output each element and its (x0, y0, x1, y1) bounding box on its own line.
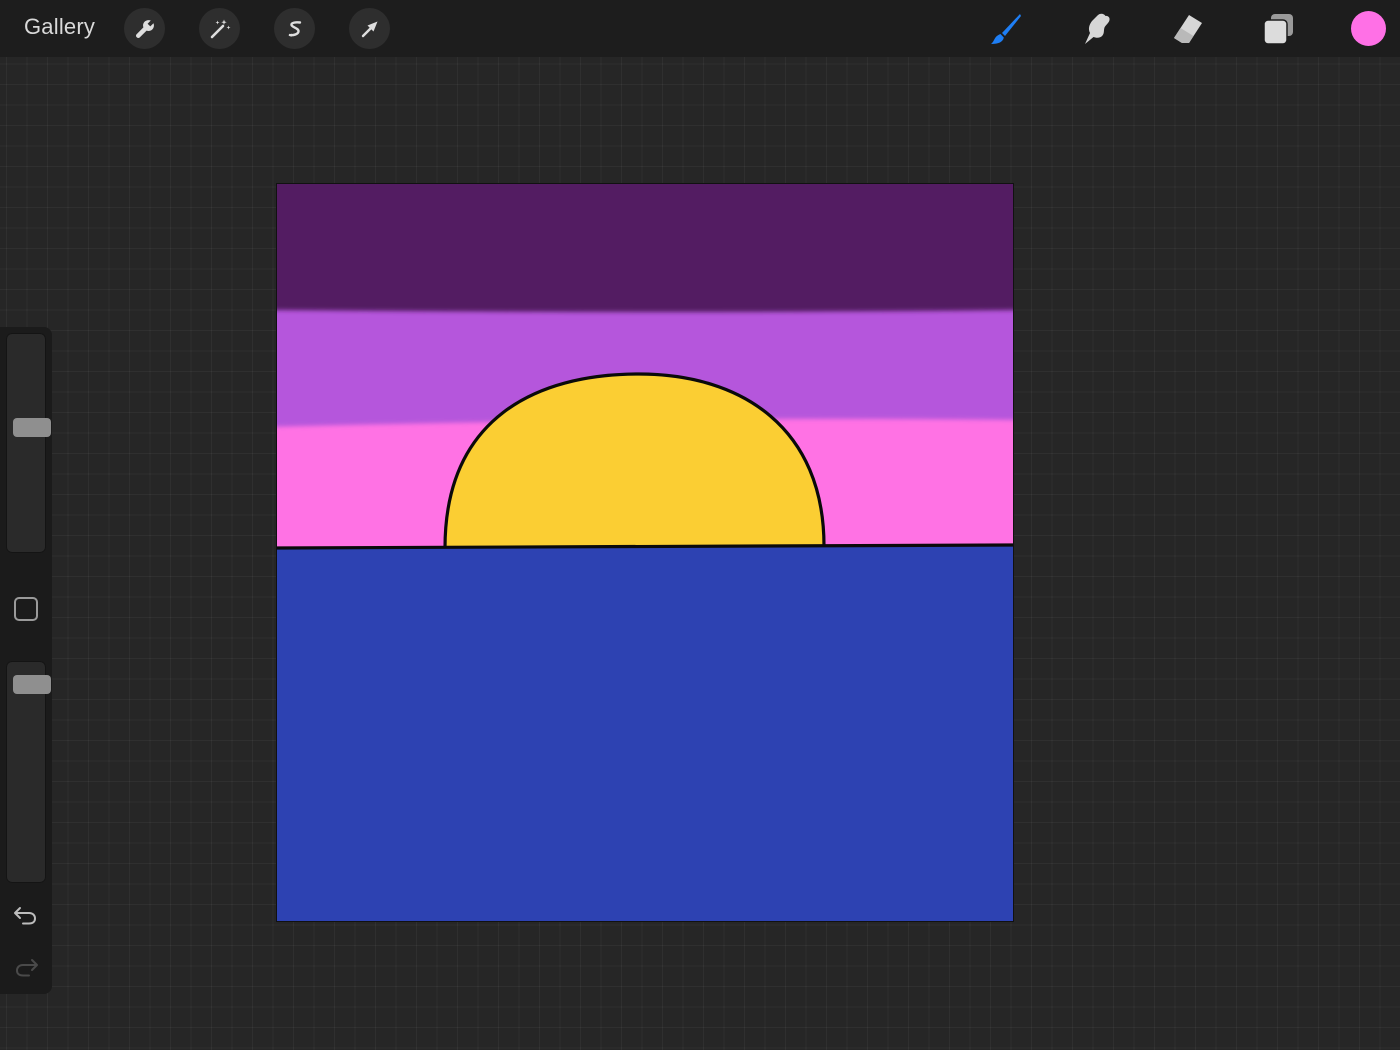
selection-s-icon (288, 20, 301, 37)
redo-icon[interactable] (12, 956, 40, 978)
brush-size-slider[interactable] (6, 333, 51, 553)
drawing-canvas[interactable] (277, 184, 1013, 921)
gallery-button[interactable]: Gallery (24, 14, 95, 40)
undo-icon[interactable] (12, 904, 40, 926)
eraser-button[interactable] (1167, 9, 1207, 49)
actions-button[interactable] (124, 8, 165, 49)
brush-icon (991, 14, 1021, 44)
sunset-artwork (277, 184, 1013, 921)
top-toolbar: Gallery (0, 0, 1400, 57)
opacity-slider[interactable] (6, 661, 51, 883)
arrow-cursor-icon (361, 21, 377, 37)
sky-top-band (277, 184, 1013, 312)
smudge-button[interactable] (1076, 9, 1116, 49)
eraser-icon (1174, 15, 1202, 43)
left-sidebar (0, 327, 52, 994)
color-swatch[interactable] (1351, 11, 1386, 46)
sea (277, 545, 1013, 921)
layers-button[interactable] (1258, 9, 1298, 49)
adjustments-button[interactable] (199, 8, 240, 49)
brush-size-slider-thumb[interactable] (13, 417, 51, 437)
selection-button[interactable] (274, 8, 315, 49)
magic-wand-icon (210, 19, 230, 38)
brush-button[interactable] (986, 9, 1026, 49)
opacity-slider-thumb[interactable] (13, 674, 51, 694)
smudge-finger-icon (1085, 13, 1110, 44)
layers-icon (1263, 14, 1293, 45)
modify-button[interactable] (14, 597, 38, 621)
wrench-icon (135, 19, 154, 38)
transform-button[interactable] (349, 8, 390, 49)
